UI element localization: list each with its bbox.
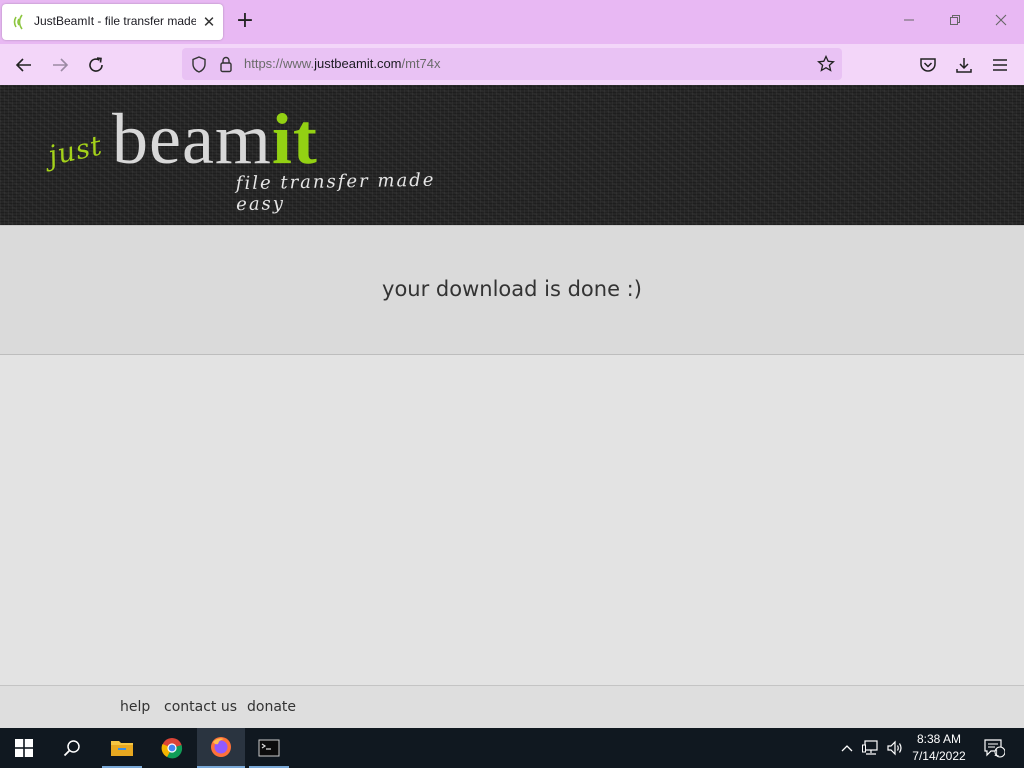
bookmark-star-icon[interactable] — [817, 55, 835, 73]
file-explorer-icon[interactable] — [98, 728, 146, 768]
url-path: /mt74x — [401, 56, 441, 71]
taskbar-clock[interactable]: 8:38 AM 7/14/2022 — [904, 731, 974, 765]
close-tab-icon[interactable]: ✕ — [200, 13, 218, 31]
taskbar: 8:38 AM 7/14/2022 1 — [0, 728, 1024, 768]
site-footer: help contact us donate — [0, 685, 1024, 728]
content-area — [0, 355, 1024, 685]
navigation-toolbar: https://www.justbeamit.com/mt74x — [0, 44, 1024, 85]
url-text[interactable]: https://www.justbeamit.com/mt74x — [244, 56, 441, 71]
firefox-icon[interactable] — [197, 728, 245, 768]
download-status-message: your download is done :) — [382, 277, 642, 301]
web-page: just beamit file transfer made easy your… — [0, 85, 1024, 728]
logo-tagline: file transfer made easy — [235, 169, 436, 216]
new-tab-button[interactable]: + — [234, 10, 256, 33]
terminal-icon[interactable] — [245, 728, 293, 768]
windows-start-icon[interactable] — [0, 728, 48, 768]
beam-signal-icon — [13, 14, 23, 30]
tab-strip: JustBeamIt - file transfer made easy ✕ + — [0, 0, 1024, 44]
tab-title: JustBeamIt - file transfer made easy — [34, 14, 196, 28]
lock-icon[interactable] — [219, 56, 233, 73]
tab-justbeamit[interactable]: JustBeamIt - file transfer made easy ✕ — [2, 4, 223, 40]
network-icon[interactable] — [860, 728, 882, 768]
forward-arrow-icon[interactable] — [47, 52, 73, 78]
search-icon[interactable] — [48, 728, 96, 768]
logo-beam-text: beam — [112, 99, 272, 179]
shield-icon[interactable] — [191, 56, 207, 73]
notification-center-icon[interactable]: 1 — [980, 728, 1008, 768]
back-arrow-icon[interactable] — [11, 52, 37, 78]
status-panel: your download is done :) — [0, 225, 1024, 355]
minimize-icon[interactable] — [897, 10, 921, 34]
menu-hamburger-icon[interactable] — [987, 52, 1013, 78]
url-domain: justbeamit.com — [314, 56, 402, 71]
logo-wordmark: beamit — [112, 103, 318, 175]
site-header: just beamit file transfer made easy — [0, 85, 1024, 225]
footer-link-help[interactable]: help — [120, 699, 150, 715]
close-window-icon[interactable] — [989, 10, 1013, 34]
chevron-up-icon[interactable] — [838, 728, 856, 768]
url-prefix: https://www. — [244, 56, 315, 71]
footer-link-contact[interactable]: contact us — [164, 699, 237, 715]
address-bar[interactable]: https://www.justbeamit.com/mt74x — [182, 48, 842, 80]
clock-time: 8:38 AM — [916, 732, 962, 746]
justbeamit-logo[interactable]: just beamit file transfer made easy — [46, 97, 480, 215]
footer-link-donate[interactable]: donate — [247, 699, 296, 715]
clock-date: 7/14/2022 — [912, 749, 966, 763]
volume-icon[interactable] — [884, 728, 906, 768]
reload-icon[interactable] — [83, 52, 109, 78]
restore-icon[interactable] — [943, 10, 967, 34]
downloads-icon[interactable] — [951, 52, 977, 78]
logo-it-text: it — [271, 99, 318, 179]
pocket-icon[interactable] — [915, 52, 941, 78]
logo-just-text: just — [45, 130, 106, 172]
notification-count: 1 — [994, 748, 1000, 758]
chrome-icon[interactable] — [148, 728, 196, 768]
